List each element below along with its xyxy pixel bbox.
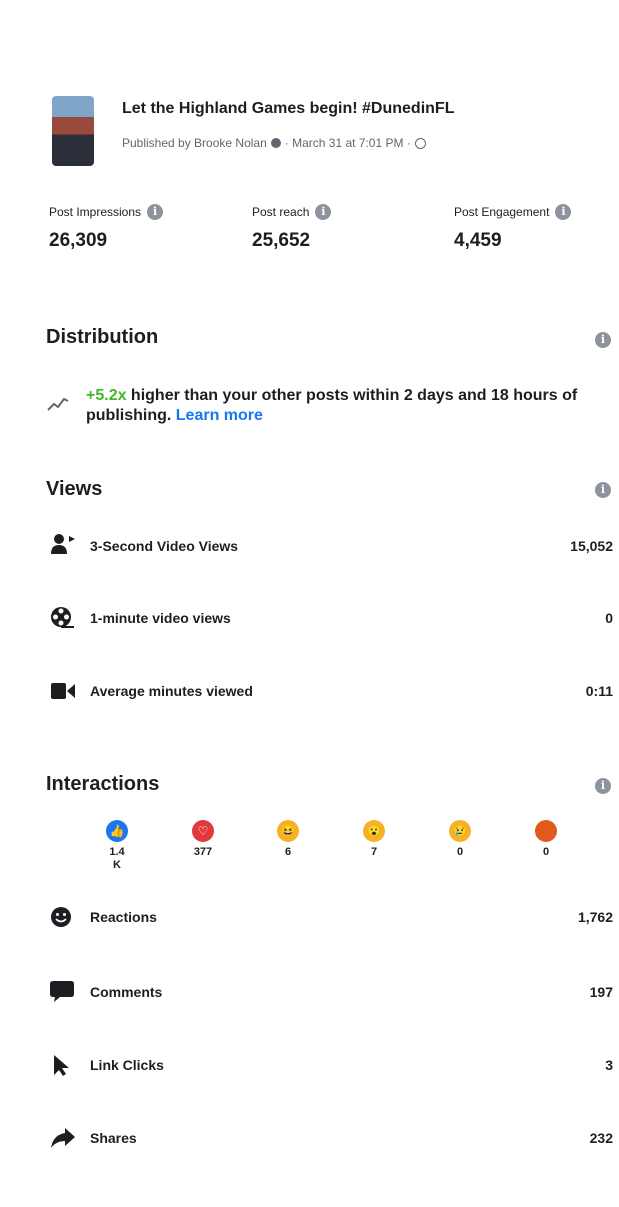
views-row-label: 3-Second Video Views bbox=[90, 538, 239, 554]
reaction-angry[interactable]: 0 bbox=[526, 820, 566, 859]
reaction-count: 0 bbox=[456, 846, 464, 858]
interactions-row-value: 232 bbox=[589, 1130, 613, 1146]
info-icon[interactable]: i bbox=[147, 204, 164, 220]
info-icon[interactable]: i bbox=[555, 204, 572, 220]
views-info-icon[interactable]: i bbox=[595, 482, 611, 498]
interactions-row-value: 3 bbox=[605, 1057, 613, 1073]
interactions-row-label: Reactions bbox=[90, 909, 157, 925]
reaction-count: 1.4 K bbox=[109, 846, 125, 871]
interactions-info-icon[interactable]: i bbox=[595, 778, 611, 794]
post-thumbnail[interactable] bbox=[52, 96, 94, 166]
angry-icon bbox=[535, 820, 557, 842]
film-reel-icon bbox=[51, 607, 74, 628]
smiley-icon bbox=[51, 907, 71, 927]
reaction-haha[interactable]: 😆 6 bbox=[268, 820, 308, 859]
metric-label: Post Engagement bbox=[454, 205, 550, 219]
post-date: · March 31 at 7:01 PM · bbox=[284, 136, 411, 150]
views-row-label: Average minutes viewed bbox=[90, 683, 253, 699]
distribution-description: higher than your other posts within 2 da… bbox=[86, 387, 578, 424]
metric-value: 4,459 bbox=[454, 230, 502, 251]
reaction-wow[interactable]: 😮 7 bbox=[354, 820, 394, 859]
metric-value: 25,652 bbox=[252, 230, 311, 251]
metric-value: 26,309 bbox=[49, 230, 108, 251]
person-video-icon bbox=[51, 534, 75, 554]
love-icon: ♡ bbox=[192, 820, 214, 842]
wow-icon: 😮 bbox=[363, 820, 385, 842]
post-meta: Published by Brooke Nolan · March 31 at … bbox=[122, 136, 426, 150]
video-camera-icon bbox=[51, 683, 75, 699]
views-row-value: 15,052 bbox=[570, 538, 613, 554]
haha-icon: 😆 bbox=[277, 820, 299, 842]
views-title: Views bbox=[46, 478, 103, 500]
comment-icon bbox=[50, 981, 74, 1002]
views-row-value: 0 bbox=[605, 610, 613, 626]
interactions-row-label: Comments bbox=[90, 984, 163, 1000]
interactions-row-value: 197 bbox=[589, 984, 613, 1000]
metric-label: Post reach bbox=[252, 205, 310, 219]
reaction-sad[interactable]: 😢 0 bbox=[440, 820, 480, 859]
published-by: Published by Brooke Nolan bbox=[122, 136, 267, 150]
metric-impressions: Post Impressions i 26,309 bbox=[49, 204, 164, 252]
distribution-info-icon[interactable]: i bbox=[595, 332, 611, 348]
interactions-title: Interactions bbox=[46, 773, 160, 795]
metric-label: Post Impressions bbox=[49, 205, 142, 219]
views-row-label: 1-minute video views bbox=[90, 610, 231, 626]
interactions-row-label: Link Clicks bbox=[90, 1057, 164, 1073]
reaction-count: 7 bbox=[370, 846, 378, 858]
sad-icon: 😢 bbox=[449, 820, 471, 842]
metric-reach: Post reach i 25,652 bbox=[252, 204, 332, 252]
reaction-love[interactable]: ♡ 377 bbox=[183, 820, 223, 859]
reaction-count: 0 bbox=[542, 846, 550, 858]
cursor-icon bbox=[54, 1055, 69, 1076]
distribution-title: Distribution bbox=[46, 326, 159, 348]
like-icon: 👍 bbox=[106, 820, 128, 842]
share-icon bbox=[51, 1128, 75, 1148]
trend-icon bbox=[47, 397, 69, 411]
globe-icon bbox=[414, 137, 426, 149]
views-row-value: 0:11 bbox=[585, 683, 613, 699]
interactions-row-value: 1,762 bbox=[577, 909, 613, 925]
metric-engagement: Post Engagement i 4,459 bbox=[454, 204, 572, 252]
post-title[interactable]: Let the Highland Games begin! #DunedinFL bbox=[122, 100, 454, 118]
profile-dot-icon bbox=[270, 138, 281, 148]
distribution-text: +5.2x higher than your other posts withi… bbox=[86, 386, 586, 426]
learn-more-link[interactable]: Learn more bbox=[176, 407, 263, 424]
reaction-like[interactable]: 👍 1.4 K bbox=[97, 820, 137, 872]
interactions-row-label: Shares bbox=[90, 1130, 137, 1146]
reaction-count: 6 bbox=[284, 846, 292, 858]
info-icon[interactable]: i bbox=[315, 204, 332, 220]
distribution-multiplier: +5.2x bbox=[86, 387, 127, 404]
reaction-count: 377 bbox=[193, 846, 213, 858]
